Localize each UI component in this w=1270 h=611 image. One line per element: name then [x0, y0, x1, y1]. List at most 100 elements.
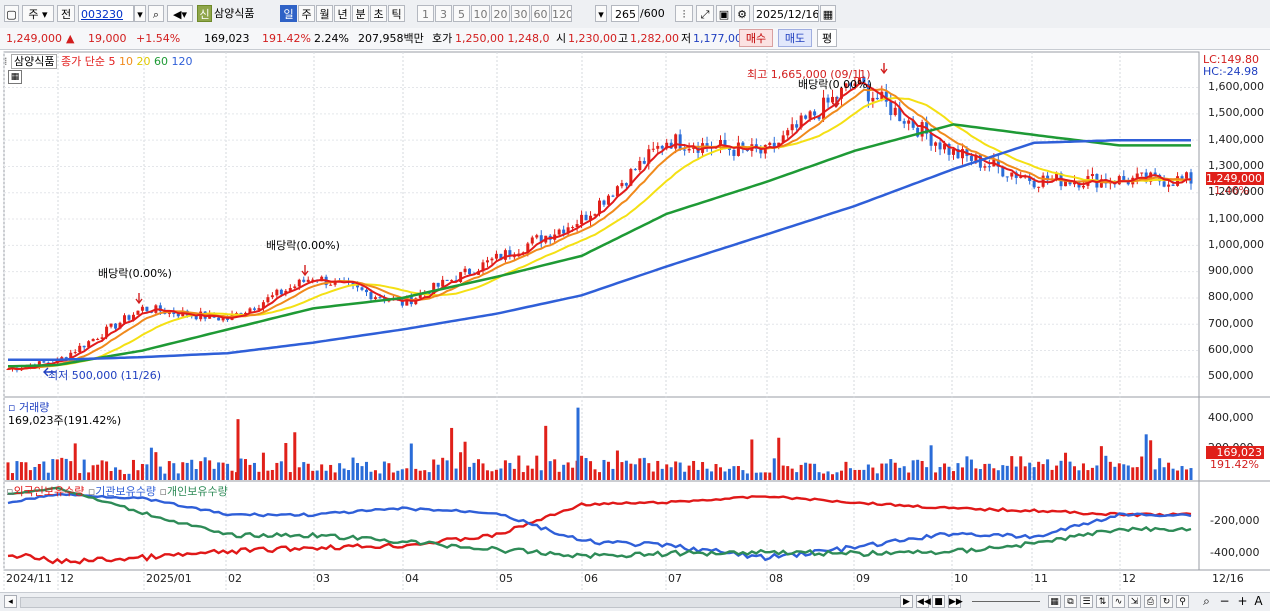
play-icon[interactable]: ▶ [900, 595, 913, 608]
stock-code-input[interactable]: 003230 [78, 5, 134, 22]
zoom-out-icon[interactable]: − [1218, 595, 1231, 608]
grid-icon[interactable]: ▦ [1048, 595, 1061, 608]
flat-button[interactable]: 평 [817, 29, 837, 47]
layout-icon[interactable]: ▢ [4, 5, 19, 22]
price-candle [683, 149, 687, 151]
volume-bar [589, 461, 593, 480]
price-candle [875, 97, 879, 100]
list-icon[interactable]: ☰ [1080, 595, 1093, 608]
copy-icon[interactable]: ⧉ [1064, 595, 1077, 608]
font-size-icon[interactable]: A [1252, 595, 1265, 608]
date-input[interactable]: 2025/12/16 [753, 5, 819, 22]
price-candle [983, 166, 987, 168]
volume-bar [19, 462, 23, 480]
calendar-icon[interactable]: ▦ [820, 5, 836, 22]
volume-bar [185, 462, 189, 480]
interval-button[interactable]: 5 [453, 5, 470, 22]
volume-bar [481, 463, 485, 480]
period-tab[interactable]: 초 [370, 5, 387, 22]
volume-bar [315, 470, 319, 480]
interval-button[interactable]: 10 [471, 5, 490, 22]
price-candle [678, 134, 682, 150]
print-icon[interactable]: ⎙ [1144, 595, 1157, 608]
zoom-slider[interactable] [972, 601, 1040, 602]
price-candle [952, 149, 956, 155]
individual-holding-label: 개인보유수량 [166, 485, 228, 498]
price-tick-label: 1,000,000 [1208, 237, 1264, 251]
zoom-search-icon[interactable]: ⌕ [1200, 595, 1213, 608]
period-tab[interactable]: 월 [316, 5, 333, 22]
buy-button[interactable]: 매수 [739, 29, 773, 47]
volume-bar [822, 473, 826, 480]
period-tab[interactable]: 틱 [388, 5, 405, 22]
legend-ma10: 10 [118, 55, 133, 68]
save-icon[interactable]: ▣ [716, 5, 732, 22]
stop-icon[interactable]: ■ [932, 595, 945, 608]
volume-bar [705, 468, 709, 480]
price-candle [660, 145, 664, 149]
volume-bar [893, 462, 897, 480]
range-input[interactable]: 265 [611, 5, 639, 22]
interval-button[interactable]: 3 [435, 5, 452, 22]
export-icon[interactable]: ⇲ [1128, 595, 1141, 608]
indicator-icon[interactable]: ∿ [1112, 595, 1125, 608]
period-tab[interactable]: 일 [280, 5, 297, 22]
volume-bar [432, 459, 436, 480]
volume-bar [297, 467, 301, 480]
stock-chart[interactable] [0, 50, 1270, 592]
fast-forward-icon[interactable]: ▶▶ [948, 595, 963, 608]
x-axis-label: 2024/11 [6, 572, 52, 585]
link-icon[interactable]: ⚲ [1176, 595, 1189, 608]
zoom-in-icon[interactable]: + [1236, 595, 1249, 608]
refresh-icon[interactable]: ↻ [1160, 595, 1173, 608]
volume-bar [826, 471, 830, 480]
volume-bar [1055, 465, 1059, 480]
scroll-left-icon[interactable]: ◂ [4, 595, 17, 608]
holding-tick-2: -400,000 [1210, 546, 1260, 559]
volume-bar [109, 471, 113, 480]
volume-bar [853, 469, 857, 480]
period-tab[interactable]: 주 [298, 5, 315, 22]
interval-dropdown-icon[interactable]: ▾ [595, 5, 607, 22]
candle-type-icon[interactable]: ⫶ [675, 5, 693, 22]
prev-button[interactable]: 전 [57, 5, 75, 22]
compare-icon[interactable]: ⇅ [1096, 595, 1109, 608]
institution-holding-label: 기관보유수량 [95, 485, 157, 498]
gear-icon[interactable]: ⚙ [734, 5, 750, 22]
horizontal-scrollbar[interactable] [20, 597, 902, 608]
volume-spike-bar [236, 419, 240, 480]
x-axis-label: 12 [60, 572, 74, 585]
search-icon[interactable]: ⌕ [148, 5, 164, 22]
volume-bar [356, 463, 360, 480]
x-axis-label: 09 [856, 572, 870, 585]
volume-bar [674, 461, 678, 480]
range-total: /600 [640, 7, 665, 20]
period-tab[interactable]: 분 [352, 5, 369, 22]
market-select[interactable]: 주 ▾ [22, 5, 54, 22]
draw-tool-icon[interactable]: ⤢ [696, 5, 714, 22]
price-candle [642, 160, 646, 164]
price-candle [571, 227, 575, 229]
code-dropdown-icon[interactable]: ▾ [134, 5, 146, 22]
table-icon[interactable]: ▦ [8, 70, 22, 84]
price-candle [920, 122, 924, 137]
volume-bar [1028, 462, 1032, 480]
rewind-icon[interactable]: ◀◀ [916, 595, 931, 608]
interval-button[interactable]: 120 [551, 5, 572, 22]
sell-button[interactable]: 매도 [778, 29, 812, 47]
x-axis-label: 06 [584, 572, 598, 585]
interval-button[interactable]: 30 [511, 5, 530, 22]
volume-bar [91, 465, 95, 480]
volume-bar [1090, 467, 1094, 480]
price-candle [826, 97, 830, 103]
volume-bar [929, 445, 933, 480]
speaker-icon[interactable]: ◀▾ [167, 5, 193, 22]
interval-button[interactable]: 20 [491, 5, 510, 22]
period-tab[interactable]: 년 [334, 5, 351, 22]
price-candle [329, 284, 333, 286]
volume-bar [620, 462, 624, 480]
interval-button[interactable]: 1 [417, 5, 434, 22]
interval-button[interactable]: 60 [531, 5, 550, 22]
price-candle [275, 289, 279, 296]
volume-bar [624, 460, 628, 480]
